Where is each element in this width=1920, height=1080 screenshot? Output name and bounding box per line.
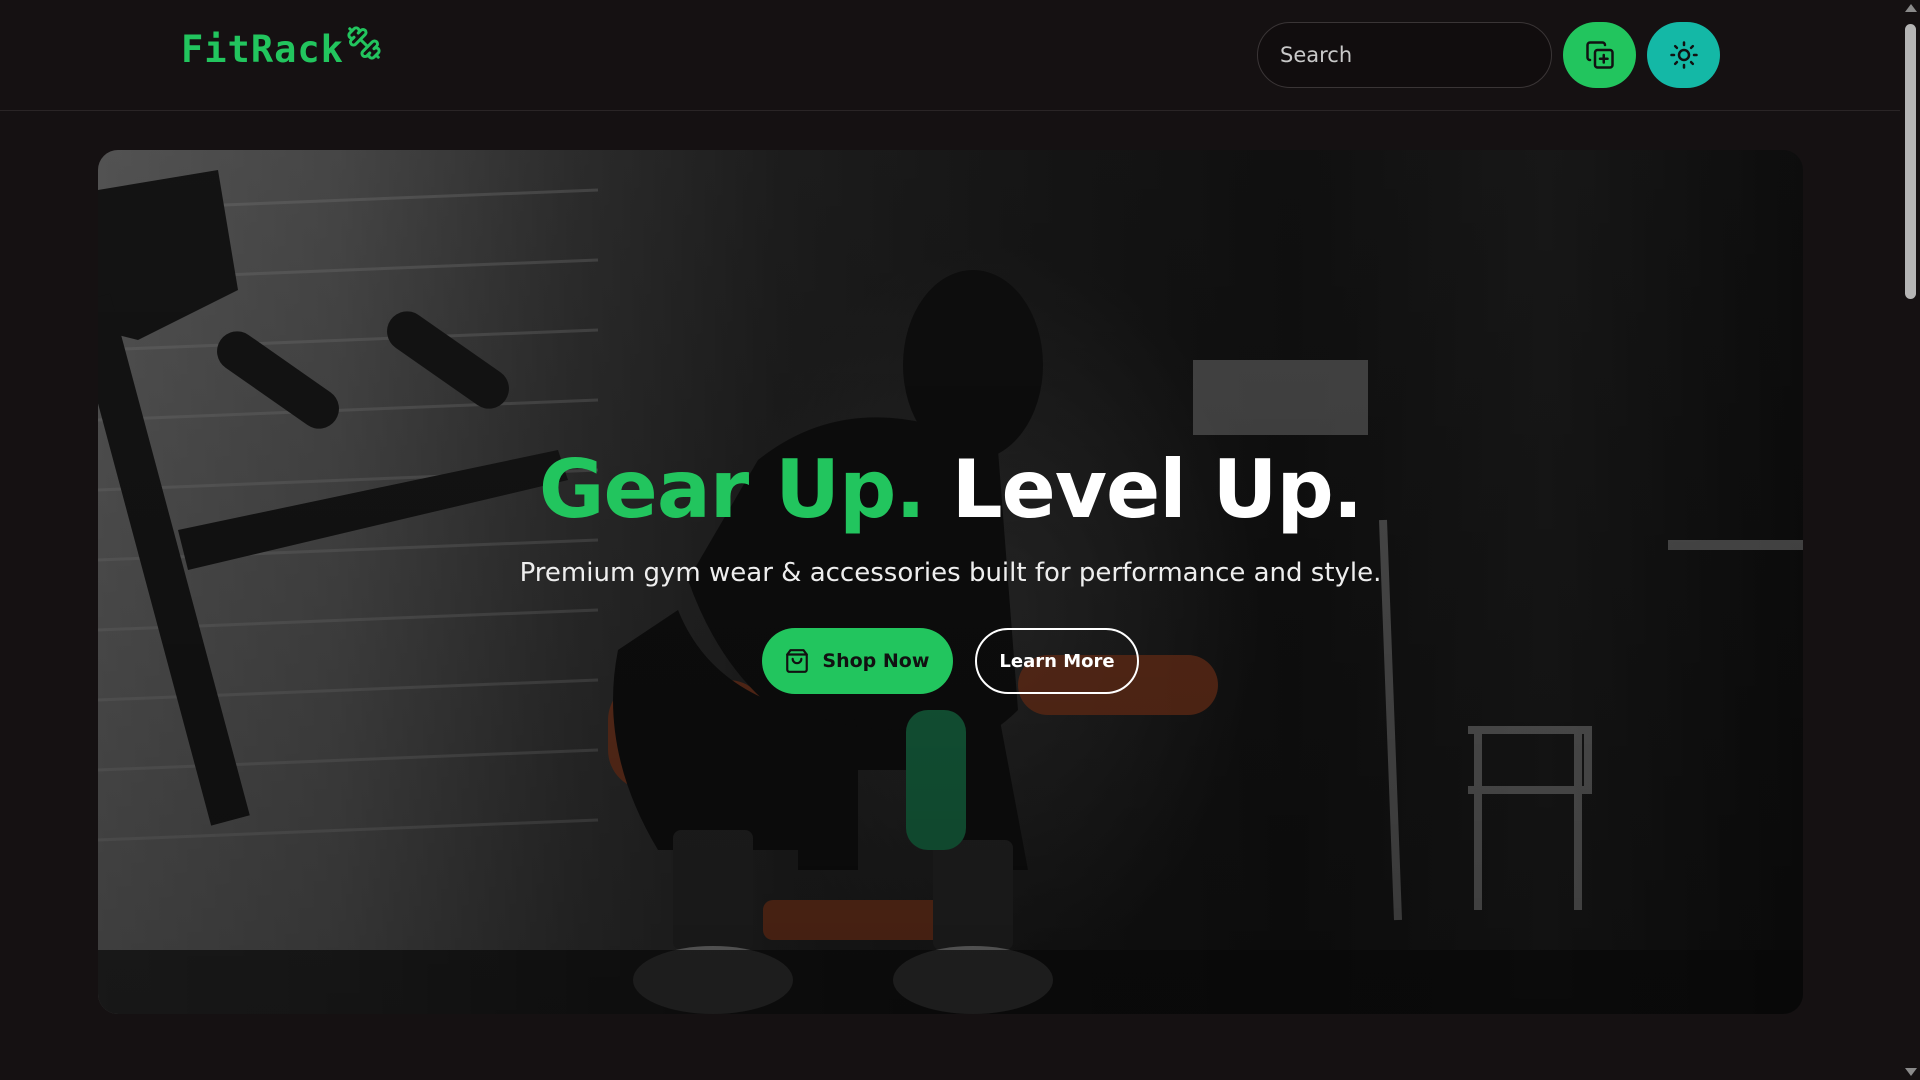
shop-now-label: Shop Now bbox=[822, 650, 930, 672]
hero-content: Gear Up. Level Up. Premium gym wear & ac… bbox=[98, 450, 1803, 694]
hero-title-main: Level Up. bbox=[951, 443, 1364, 536]
hero-title: Gear Up. Level Up. bbox=[98, 450, 1803, 530]
add-button[interactable] bbox=[1563, 22, 1636, 88]
sun-icon bbox=[1669, 41, 1698, 69]
hero-actions: Shop Now Learn More bbox=[98, 628, 1803, 694]
learn-more-button[interactable]: Learn More bbox=[975, 628, 1139, 694]
logo-text: FitRack bbox=[181, 28, 344, 71]
hero-title-accent: Gear Up. bbox=[538, 443, 926, 536]
site-header: FitRack bbox=[0, 0, 1900, 111]
scrollbar-thumb[interactable] bbox=[1905, 24, 1916, 299]
theme-toggle-button[interactable] bbox=[1647, 22, 1720, 88]
scroll-down-arrow-icon[interactable] bbox=[1905, 1068, 1917, 1076]
copy-plus-icon bbox=[1585, 41, 1614, 69]
search-input[interactable] bbox=[1257, 22, 1552, 88]
vertical-scrollbar[interactable] bbox=[1900, 0, 1920, 1080]
page: FitRack Search Gear Up. Level Up. Premiu… bbox=[0, 0, 1920, 1080]
hero-subtitle: Premium gym wear & accessories built for… bbox=[519, 558, 1382, 588]
dumbbell-icon bbox=[347, 25, 381, 60]
scroll-up-arrow-icon[interactable] bbox=[1905, 4, 1917, 12]
hero-banner: Gear Up. Level Up. Premium gym wear & ac… bbox=[98, 150, 1803, 1014]
shop-now-button[interactable]: Shop Now bbox=[762, 628, 954, 694]
logo-link[interactable]: FitRack bbox=[181, 25, 382, 71]
shopping-bag-icon bbox=[786, 649, 809, 673]
